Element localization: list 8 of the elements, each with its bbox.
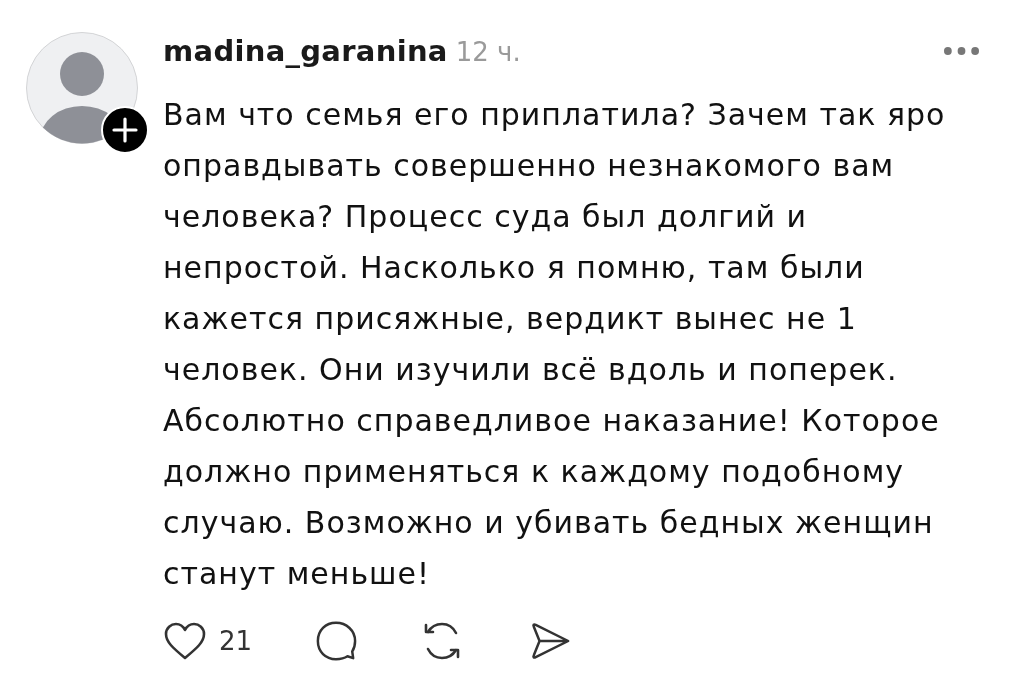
more-options-icon[interactable] bbox=[943, 46, 980, 56]
follow-plus-icon[interactable] bbox=[101, 106, 149, 154]
username-link[interactable]: madina_garanina bbox=[163, 34, 448, 68]
like-count: 21 bbox=[219, 626, 253, 656]
like-heart-icon[interactable] bbox=[163, 621, 207, 661]
comment-bubble-icon[interactable] bbox=[315, 620, 358, 662]
post-time: 12 ч. bbox=[455, 37, 521, 67]
comment-text: Вам что семья его приплатила? Зачем так яро оправдывать совершенно незнакомого вам человека? Процесс суда был долгий и непростой. Насколько я помню, там были кажется присяжные, вердикт вынес не 1 человек. Они изучили всё вдоль и поперек. Абсолютно справедливое наказание! Которое должно применяться к каждому подобному случаю. Возможно и убивать бедных женщин станут меньше! bbox=[163, 96, 947, 593]
